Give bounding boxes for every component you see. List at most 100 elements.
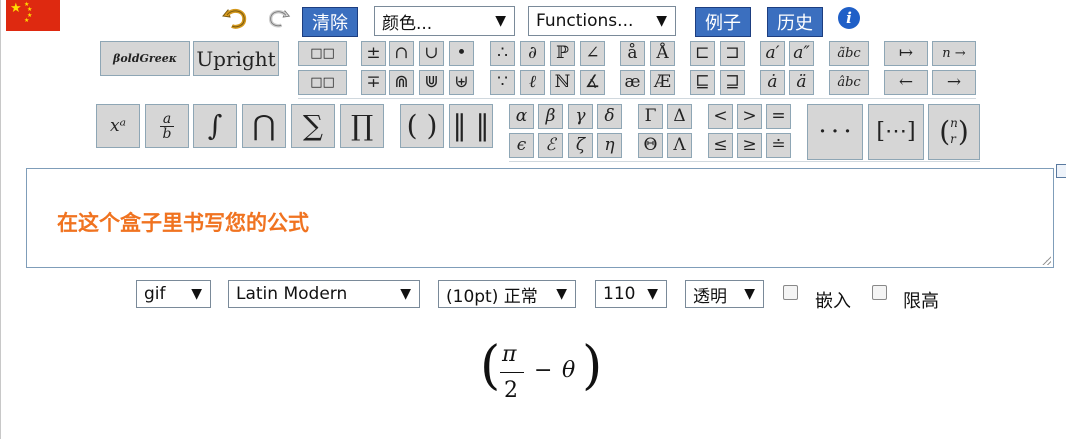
ddot-accent-button[interactable]: ä	[789, 70, 814, 95]
box-pair-sub-button[interactable]: □□	[298, 70, 347, 95]
flag-star-icon: ★	[24, 17, 30, 24]
mapsto-button[interactable]: ↦	[884, 41, 928, 66]
norm-button[interactable]: ‖ ‖	[449, 104, 493, 148]
examples-button[interactable]: 例子	[695, 7, 751, 37]
preview-theta: θ	[562, 358, 576, 383]
sum-button[interactable]: ∑	[291, 104, 335, 148]
formula-editor[interactable]: 在这个盒子里书写您的公式	[26, 168, 1054, 268]
rightarrow-button[interactable]: →	[932, 70, 976, 95]
dots-matrix-button[interactable]: · · ·	[807, 104, 863, 160]
a-ring-button[interactable]: å	[620, 41, 645, 66]
eta-button[interactable]: η	[597, 133, 622, 158]
bb-p-button[interactable]: ℙ	[550, 41, 575, 66]
angle-button[interactable]: ∠	[580, 41, 605, 66]
parentheses-button[interactable]: ( )	[400, 104, 444, 148]
chevron-down-icon: ▼	[744, 286, 755, 302]
box-pair-button[interactable]: □□	[298, 41, 347, 66]
history-button[interactable]: 历史	[767, 7, 823, 37]
resize-grip-icon[interactable]	[1042, 256, 1051, 265]
clear-button[interactable]: 清除	[302, 7, 358, 37]
capital-theta-button[interactable]: Θ	[638, 133, 663, 158]
gamma-button[interactable]: γ	[568, 104, 593, 129]
greater-equal-button[interactable]: ≥	[737, 133, 762, 158]
preview-numerator: π	[502, 342, 517, 367]
color-select[interactable]: 颜色... ▼	[374, 6, 515, 36]
format-select[interactable]: gif ▼	[136, 280, 211, 308]
fraction-denominator: b	[162, 125, 172, 142]
chevron-down-icon: ▼	[495, 13, 506, 29]
sqsupset-button[interactable]: ⊐	[720, 41, 745, 66]
fraction-button[interactable]: a b	[145, 104, 189, 148]
delta-button[interactable]: δ	[597, 104, 622, 129]
china-flag-icon[interactable]: ★ ★ ★ ★ ★	[6, 0, 60, 31]
bb-n-button[interactable]: ℕ	[550, 70, 575, 95]
equals-button[interactable]: =	[766, 104, 791, 129]
functions-select[interactable]: Functions... ▼	[528, 6, 676, 36]
sqsubseteq-button[interactable]: ⊑	[690, 70, 715, 95]
product-button[interactable]: ∏	[340, 104, 384, 148]
copy-icon[interactable]	[1056, 164, 1066, 178]
ae-button[interactable]: æ	[620, 70, 645, 95]
undo-button[interactable]	[220, 5, 250, 31]
pm-button[interactable]: ±	[361, 41, 386, 66]
n-to-button[interactable]: n →	[932, 41, 976, 66]
ell-button[interactable]: ℓ	[520, 70, 545, 95]
bracket-matrix-button[interactable]: [⋯]	[868, 104, 924, 160]
chevron-down-icon: ▼	[647, 286, 658, 302]
capital-ae-button[interactable]: Æ	[650, 70, 675, 95]
capital-a-ring-button[interactable]: Å	[650, 41, 675, 66]
upright-button[interactable]: Upright	[193, 41, 279, 76]
double-cup-button[interactable]: ⋓	[419, 70, 444, 95]
size-select[interactable]: (10pt) 正常 ▼	[438, 280, 576, 308]
therefore-button[interactable]: ∴	[490, 41, 515, 66]
sqsupseteq-button[interactable]: ⊒	[720, 70, 745, 95]
redo-button[interactable]	[262, 5, 292, 31]
capital-delta-button[interactable]: Δ	[667, 104, 692, 129]
redo-arrow-icon	[269, 10, 291, 28]
greater-than-button[interactable]: >	[737, 104, 762, 129]
cup-button[interactable]: ∪	[419, 41, 444, 66]
mp-button[interactable]: ∓	[361, 70, 386, 95]
less-than-button[interactable]: <	[708, 104, 733, 129]
bullet-button[interactable]: •	[449, 41, 474, 66]
double-cap-button[interactable]: ⋒	[389, 70, 414, 95]
font-select[interactable]: Latin Modern ▼	[228, 280, 420, 308]
palette-divider	[298, 98, 976, 99]
double-prime-button[interactable]: a″	[789, 41, 814, 66]
because-button[interactable]: ∵	[490, 70, 515, 95]
binomial-stack: n r	[950, 116, 958, 147]
uplus-button[interactable]: ⊎	[449, 70, 474, 95]
varepsilon-button[interactable]: ℰ	[538, 133, 563, 158]
capital-lambda-button[interactable]: Λ	[667, 133, 692, 158]
limit-height-checkbox[interactable]	[872, 285, 887, 300]
dpi-select[interactable]: 110 ▼	[595, 280, 667, 308]
info-icon[interactable]: i	[838, 7, 860, 29]
preview-denominator: 2	[504, 378, 518, 403]
partial-button[interactable]: ∂	[520, 41, 545, 66]
zeta-button[interactable]: ζ	[568, 133, 593, 158]
epsilon-button[interactable]: ϵ	[509, 133, 534, 158]
binomial-right-paren: )	[957, 115, 969, 148]
beta-button[interactable]: β	[538, 104, 563, 129]
doteq-button[interactable]: ≐	[766, 133, 791, 158]
undo-arrow-icon	[222, 8, 247, 29]
background-select[interactable]: 透明 ▼	[685, 280, 764, 308]
leftarrow-button[interactable]: ←	[884, 70, 928, 95]
superscript-button[interactable]: xᵃ	[96, 104, 140, 148]
boldgreek-button[interactable]: βoldGreeκ	[100, 41, 190, 76]
capital-gamma-button[interactable]: Γ	[638, 104, 663, 129]
alpha-button[interactable]: α	[509, 104, 534, 129]
binomial-button[interactable]: ( n r )	[928, 104, 980, 160]
measured-angle-button[interactable]: ∡	[580, 70, 605, 95]
inline-checkbox[interactable]	[783, 285, 798, 300]
sqsubset-button[interactable]: ⊏	[690, 41, 715, 66]
integral-button[interactable]: ∫	[193, 104, 237, 148]
dot-accent-button[interactable]: ȧ	[760, 70, 785, 95]
bigcap-button[interactable]: ⋂	[242, 104, 286, 148]
less-equal-button[interactable]: ≤	[708, 133, 733, 158]
widetilde-button[interactable]: ãbc	[829, 41, 869, 66]
widehat-button[interactable]: âbc	[829, 70, 869, 95]
prime-button[interactable]: a′	[760, 41, 785, 66]
preview-right-paren: )	[582, 336, 603, 396]
cap-button[interactable]: ∩	[389, 41, 414, 66]
